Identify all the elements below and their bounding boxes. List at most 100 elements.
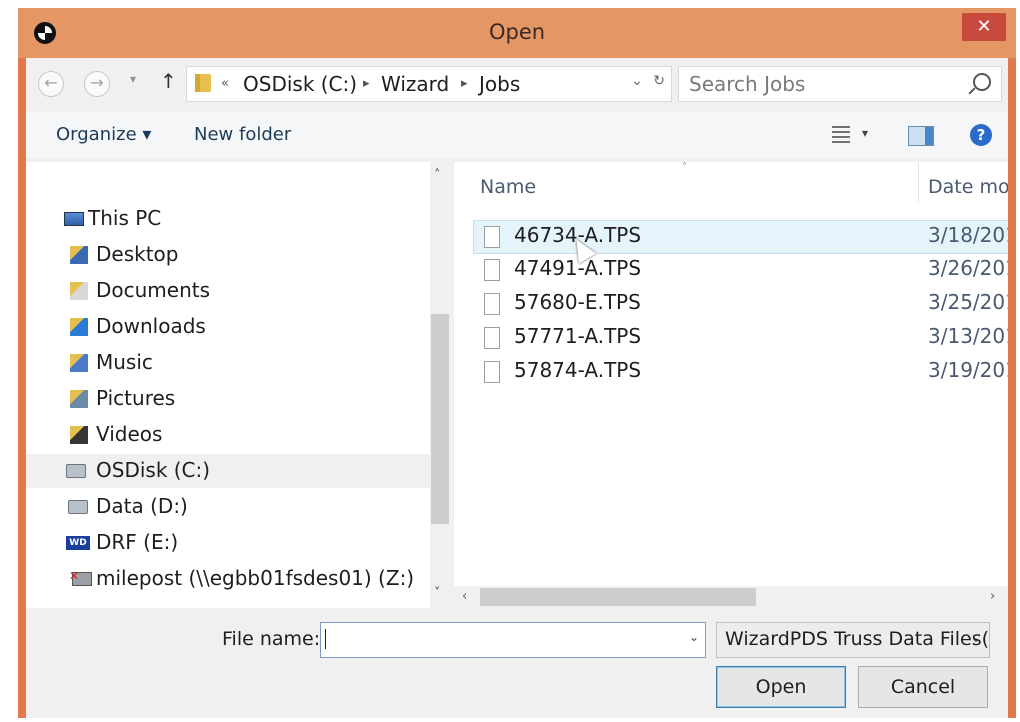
nav-item-label: Music [96, 350, 153, 374]
address-bar[interactable]: « OSDisk (C:) ▸ Wizard ▸ Jobs ⌄ ↻ [186, 66, 672, 102]
nav-item-documents[interactable]: Documents [26, 274, 430, 308]
refresh-icon[interactable]: ↻ [653, 73, 665, 89]
downloads-folder-icon [70, 318, 88, 336]
nav-item-label: Data (D:) [96, 494, 188, 518]
nav-item-desktop[interactable]: Desktop [26, 238, 430, 272]
text-caret [325, 629, 326, 649]
nav-item-this-pc[interactable]: This PC [26, 202, 430, 236]
open-button[interactable]: Open [716, 666, 846, 708]
search-box[interactable]: Search Jobs [678, 66, 1002, 102]
column-header-date-modified[interactable]: Date mo [928, 176, 1008, 198]
folder-icon [195, 74, 211, 92]
view-options-dropdown[interactable]: ▾ [862, 126, 868, 140]
navigation-bar: ← → ▾ ↑ « OSDisk (C:) ▸ Wizard ▸ Jobs ⌄ … [26, 58, 1008, 108]
file-icon [484, 293, 500, 315]
disconnected-network-drive-icon [69, 569, 92, 586]
file-date: 3/26/201 [928, 256, 1008, 280]
chevron-down-icon[interactable]: ⌄ [971, 631, 981, 645]
file-icon [484, 327, 500, 349]
navigation-pane: This PC Desktop Documents Downloads Musi… [26, 162, 450, 608]
file-icon [484, 259, 500, 281]
nav-item-label: Downloads [96, 314, 206, 338]
breadcrumb-separator[interactable]: ▸ [461, 76, 468, 91]
file-row[interactable]: 57771-A.TPS 3/13/201 [474, 322, 1008, 354]
pictures-folder-icon [70, 390, 88, 408]
desktop-folder-icon [70, 246, 88, 264]
file-row[interactable]: 57680-E.TPS 3/25/201 [474, 288, 1008, 320]
nav-item-videos[interactable]: Videos [26, 418, 430, 452]
file-name: 57771-A.TPS [514, 324, 642, 348]
breadcrumb-jobs[interactable]: Jobs [479, 72, 520, 96]
up-button[interactable]: ↑ [160, 69, 177, 93]
file-row[interactable]: 46734-A.TPS 3/18/201 [473, 220, 1008, 254]
recent-locations-button[interactable]: ▾ [130, 72, 136, 86]
nav-item-osdisk[interactable]: OSDisk (C:) [26, 454, 430, 488]
drive-icon [68, 500, 88, 514]
scrollbar-thumb[interactable] [480, 588, 756, 606]
os-drive-icon [66, 464, 86, 478]
documents-folder-icon [70, 282, 88, 300]
file-list-pane: ˄ Name Date mo 46734-A.TPS 3/18/201 4749… [454, 162, 1008, 608]
file-name-history-dropdown[interactable]: ⌄ [689, 630, 699, 644]
file-type-value: WizardPDS Truss Data Files( [725, 628, 990, 650]
column-divider[interactable] [918, 162, 919, 202]
open-dialog-window: Open ✕ ← → ▾ ↑ « OSDisk (C:) ▸ Wizard ▸ … [18, 8, 1016, 718]
sort-ascending-icon: ˄ [682, 162, 687, 173]
nav-item-label: OSDisk (C:) [96, 458, 211, 482]
file-date: 3/13/201 [928, 324, 1008, 348]
wd-drive-icon: WD [66, 536, 90, 550]
breadcrumb-wizard[interactable]: Wizard [381, 72, 449, 96]
nav-item-label: Desktop [96, 242, 179, 266]
command-toolbar: Organize ▾ New folder ▾ ? [26, 112, 1008, 158]
address-dropdown-icon[interactable]: ⌄ [631, 73, 643, 89]
nav-item-label: milepost (\\egbb01fsdes01) (Z:) [96, 566, 415, 590]
organize-button[interactable]: Organize ▾ [56, 124, 151, 145]
nav-item-network-drive[interactable]: milepost (\\egbb01fsdes01) (Z:) [26, 562, 430, 596]
help-icon[interactable]: ? [970, 124, 992, 146]
scroll-left-arrow[interactable]: ‹ [462, 589, 467, 604]
navigation-pane-scrollbar[interactable]: ˄ ˅ [430, 162, 450, 608]
file-date: 3/25/201 [928, 290, 1008, 314]
nav-item-label: DRF (E:) [96, 530, 179, 554]
file-row[interactable]: 47491-A.TPS 3/26/201 [474, 254, 1008, 286]
nav-item-drf-drive[interactable]: WD DRF (E:) [26, 526, 430, 560]
close-button[interactable]: ✕ [962, 13, 1006, 41]
back-button[interactable]: ← [38, 71, 64, 97]
nav-item-label: This PC [88, 206, 162, 230]
scroll-up-arrow[interactable]: ˄ [434, 168, 441, 183]
nav-item-data-drive[interactable]: Data (D:) [26, 490, 430, 524]
file-name: 57874-A.TPS [514, 358, 642, 382]
scroll-right-arrow[interactable]: › [990, 589, 995, 604]
file-list-horizontal-scrollbar[interactable]: ‹ › [454, 586, 1008, 608]
dialog-body: ← → ▾ ↑ « OSDisk (C:) ▸ Wizard ▸ Jobs ⌄ … [26, 58, 1008, 718]
search-input[interactable]: Search Jobs [689, 72, 805, 96]
file-icon [484, 226, 500, 248]
column-header-name[interactable]: Name [480, 176, 536, 198]
nav-item-downloads[interactable]: Downloads [26, 310, 430, 344]
breadcrumb-separator[interactable]: ▸ [363, 76, 370, 91]
change-view-icon[interactable] [832, 126, 850, 144]
breadcrumb-overflow[interactable]: « [221, 76, 229, 91]
title-bar: Open ✕ [18, 8, 1016, 58]
videos-folder-icon [70, 426, 88, 444]
file-date: 3/19/201 [928, 358, 1008, 382]
search-icon[interactable] [973, 73, 991, 91]
address-tools: ⌄ ↻ [631, 73, 665, 89]
forward-button[interactable]: → [84, 71, 110, 97]
cancel-button[interactable]: Cancel [858, 666, 988, 708]
new-folder-button[interactable]: New folder [194, 124, 291, 145]
file-date: 3/18/201 [928, 223, 1008, 247]
nav-item-label: Videos [96, 422, 163, 446]
file-name: 57680-E.TPS [514, 290, 641, 314]
file-name-field[interactable]: ⌄ [320, 622, 706, 658]
dialog-footer: File name: ⌄ WizardPDS Truss Data Files(… [26, 612, 1008, 718]
file-name-label: File name: [222, 628, 321, 650]
scroll-down-arrow[interactable]: ˅ [434, 586, 441, 601]
breadcrumb-osdisk[interactable]: OSDisk (C:) [243, 72, 357, 96]
scrollbar-thumb[interactable] [431, 314, 449, 524]
nav-item-pictures[interactable]: Pictures [26, 382, 430, 416]
file-row[interactable]: 57874-A.TPS 3/19/201 [474, 356, 1008, 388]
nav-item-music[interactable]: Music [26, 346, 430, 380]
preview-pane-icon[interactable] [908, 126, 934, 146]
file-type-select[interactable]: WizardPDS Truss Data Files( ⌄ [716, 622, 990, 658]
